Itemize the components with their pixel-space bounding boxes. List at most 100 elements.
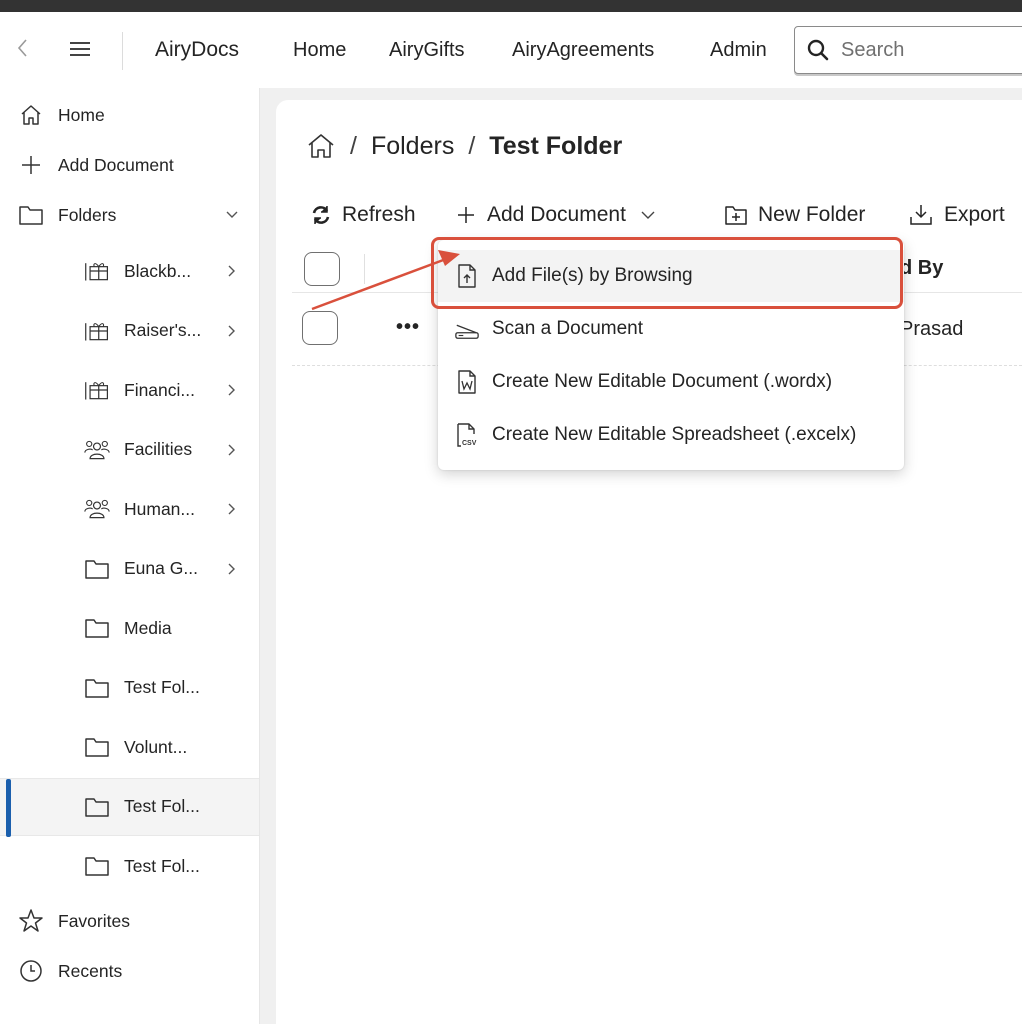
refresh-button[interactable]: Refresh bbox=[310, 200, 416, 230]
sidebar-item-folders[interactable]: Folders bbox=[0, 190, 259, 240]
app-name[interactable]: AiryDocs bbox=[155, 38, 239, 62]
breadcrumb-folders[interactable]: Folders bbox=[371, 132, 454, 161]
sidebar-item-label: Media bbox=[124, 617, 172, 638]
export-button[interactable]: Export bbox=[908, 200, 1005, 230]
row-checkbox[interactable] bbox=[302, 311, 338, 345]
chevron-right-icon[interactable] bbox=[222, 559, 242, 579]
top-header: AiryDocs Home AiryGifts AiryAgreements A… bbox=[0, 12, 1022, 88]
select-all-checkbox[interactable] bbox=[304, 252, 340, 286]
sidebar-folder-item[interactable]: Financi... bbox=[0, 361, 259, 419]
breadcrumb-separator: / bbox=[468, 131, 476, 160]
back-chevron-icon[interactable] bbox=[12, 38, 32, 58]
clock-icon bbox=[18, 958, 44, 984]
sidebar-item-label: Human... bbox=[124, 498, 195, 519]
home-icon bbox=[18, 102, 44, 128]
nav-admin[interactable]: Admin bbox=[710, 39, 767, 62]
sidebar-folder-item[interactable]: Test Fol... bbox=[0, 659, 259, 717]
folder-icon bbox=[84, 556, 110, 582]
nav-home[interactable]: Home bbox=[293, 39, 346, 62]
sidebar-item-label: Home bbox=[58, 104, 105, 125]
menu-item-create-spreadsheet[interactable]: CSV Create New Editable Spreadsheet (.ex… bbox=[438, 409, 904, 461]
menu-item-scan-document[interactable]: Scan a Document bbox=[438, 303, 904, 355]
new-folder-icon bbox=[724, 204, 748, 226]
sidebar-item-label: Raiser's... bbox=[124, 320, 202, 340]
add-document-button[interactable]: Add Document bbox=[455, 200, 656, 230]
sidebar-folder-item[interactable]: Test Fol... bbox=[0, 837, 259, 895]
search-input[interactable] bbox=[841, 38, 1001, 62]
sidebar-item-label: Test Fol... bbox=[124, 796, 200, 816]
breadcrumb: / Folders / Test Folder bbox=[306, 128, 622, 164]
nav-airyagreements[interactable]: AiryAgreements bbox=[512, 39, 654, 62]
sidebar-folder-item[interactable]: Raiser's... bbox=[0, 302, 259, 360]
menu-item-label: Scan a Document bbox=[492, 318, 644, 339]
chevron-right-icon[interactable] bbox=[222, 261, 242, 281]
csv-file-icon: CSV bbox=[454, 422, 480, 448]
sidebar-item-label: Facilities bbox=[124, 439, 193, 459]
column-divider bbox=[364, 254, 365, 284]
nav-airygifts[interactable]: AiryGifts bbox=[389, 39, 465, 62]
add-document-label: Add Document bbox=[487, 203, 626, 226]
chevron-down-icon bbox=[640, 210, 656, 220]
sidebar-item-label: Test Fol... bbox=[124, 855, 200, 876]
sidebar-folder-item[interactable]: Test Fol... bbox=[0, 777, 259, 837]
folder-icon bbox=[84, 853, 110, 879]
folder-icon bbox=[18, 202, 44, 228]
refresh-label: Refresh bbox=[342, 203, 416, 226]
plus-icon bbox=[455, 204, 477, 226]
sidebar-item-add-document[interactable]: Add Document bbox=[0, 140, 259, 190]
chevron-right-icon[interactable] bbox=[222, 380, 242, 400]
breadcrumb-separator: / bbox=[350, 131, 357, 160]
sidebar-item-recents[interactable]: Recents bbox=[0, 946, 259, 996]
sidebar-folder-item[interactable]: Euna G... bbox=[0, 540, 259, 598]
row-created-by: Prasad bbox=[900, 318, 964, 340]
folder-icon bbox=[84, 734, 110, 760]
new-folder-button[interactable]: New Folder bbox=[724, 200, 865, 230]
column-header-created-by[interactable]: d By bbox=[900, 257, 943, 280]
word-file-icon bbox=[454, 369, 480, 395]
sidebar-item-label: Favorites bbox=[58, 910, 130, 931]
hamburger-menu-icon[interactable] bbox=[68, 40, 92, 58]
chevron-right-icon[interactable] bbox=[222, 440, 242, 460]
folder-icon bbox=[84, 675, 110, 701]
search-icon bbox=[807, 39, 829, 61]
refresh-icon bbox=[310, 204, 332, 226]
home-icon[interactable] bbox=[306, 132, 336, 160]
window-top-strip bbox=[0, 0, 1022, 12]
chevron-right-icon[interactable] bbox=[222, 499, 242, 519]
gift-icon bbox=[84, 377, 110, 403]
sidebar-folder-item[interactable]: Human... bbox=[0, 480, 259, 538]
sidebar-folder-item[interactable]: Blackb... bbox=[0, 242, 259, 300]
menu-item-create-word-document[interactable]: Create New Editable Document (.wordx) bbox=[438, 356, 904, 408]
sidebar-item-favorites[interactable]: Favorites bbox=[0, 896, 259, 946]
sidebar-item-label: Financi... bbox=[124, 379, 195, 400]
sidebar-item-label: Volunt... bbox=[124, 736, 188, 757]
sidebar-item-home[interactable]: Home bbox=[0, 90, 259, 140]
chevron-right-icon[interactable] bbox=[222, 321, 242, 341]
menu-item-label: Create New Editable Document (.wordx) bbox=[492, 371, 833, 392]
people-icon bbox=[84, 437, 110, 463]
search-box[interactable] bbox=[794, 26, 1022, 74]
sidebar-item-label: Recents bbox=[58, 960, 123, 981]
menu-item-label: Create New Editable Spreadsheet (.excelx… bbox=[492, 424, 857, 445]
sidebar-item-label: Euna G... bbox=[124, 558, 198, 578]
sidebar-folder-item[interactable]: Facilities bbox=[0, 421, 259, 479]
sidebar-folder-item[interactable]: Media bbox=[0, 599, 259, 657]
plus-icon bbox=[18, 152, 44, 178]
new-folder-label: New Folder bbox=[758, 203, 866, 226]
breadcrumb-current: Test Folder bbox=[489, 131, 623, 160]
star-icon bbox=[18, 908, 44, 934]
export-icon bbox=[908, 203, 934, 227]
gift-icon bbox=[84, 258, 110, 284]
sidebar-item-label: Folders bbox=[58, 204, 117, 225]
chevron-down-icon[interactable] bbox=[222, 205, 242, 225]
folder-icon bbox=[84, 615, 110, 641]
gift-icon bbox=[84, 318, 110, 344]
sidebar: Home Add Document Folders Blackb... Raise… bbox=[0, 88, 260, 1024]
folder-icon bbox=[84, 794, 110, 820]
sidebar-item-label: Blackb... bbox=[124, 260, 192, 281]
header-divider bbox=[122, 32, 123, 70]
sidebar-folder-item[interactable]: Volunt... bbox=[0, 718, 259, 776]
scanner-icon bbox=[454, 316, 480, 342]
people-icon bbox=[84, 496, 110, 522]
more-options-button[interactable]: ••• bbox=[396, 316, 420, 339]
